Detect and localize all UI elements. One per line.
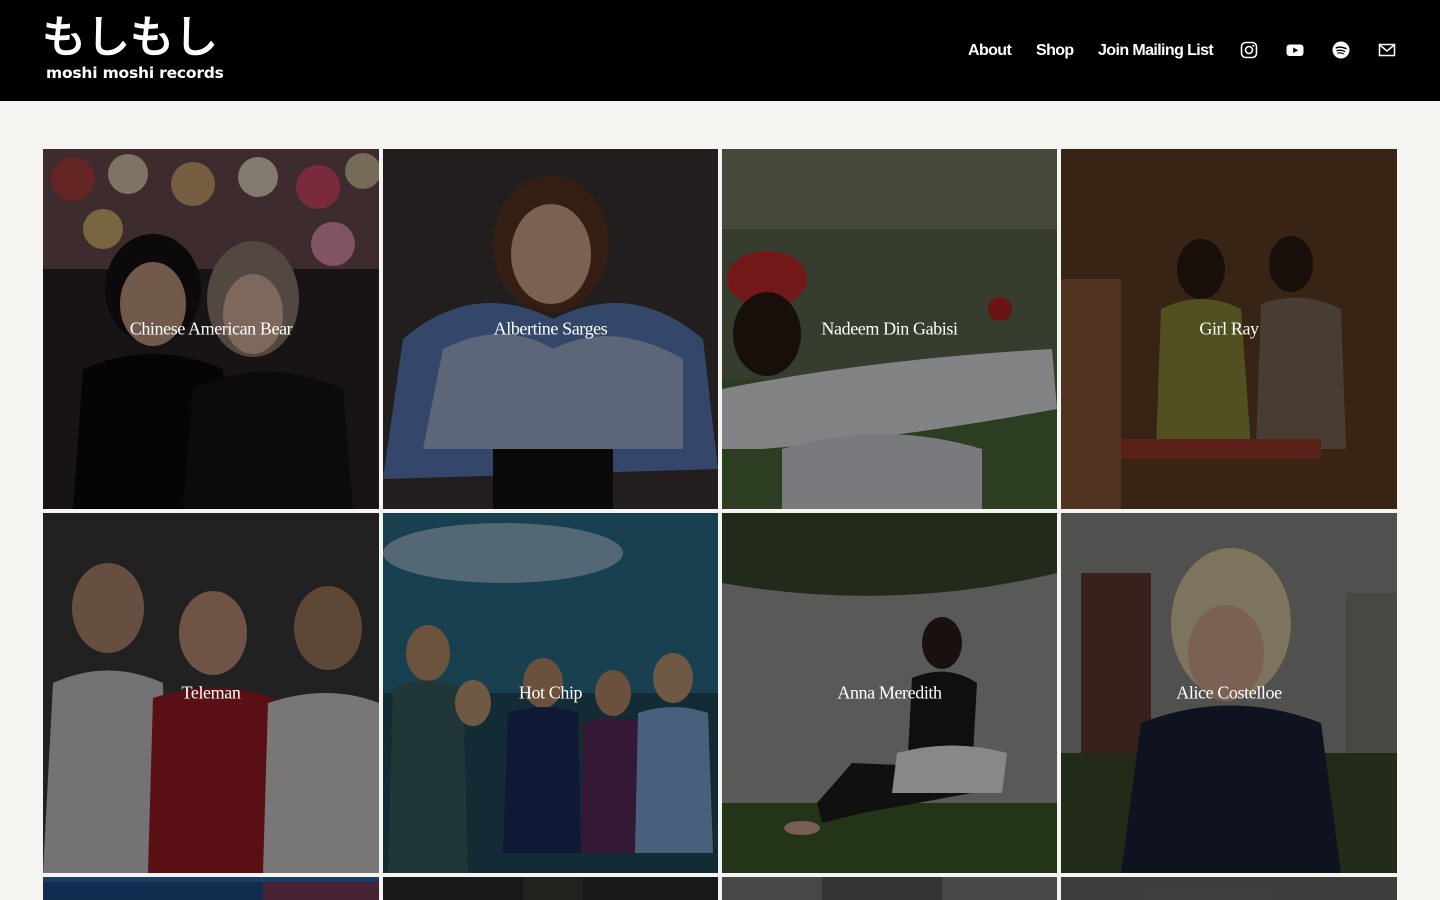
site-header: もしもし moshi moshi records About Shop Join… (0, 0, 1440, 101)
artist-tile-albertine-sarges[interactable]: Albertine Sarges (383, 149, 718, 509)
email-icon[interactable] (1377, 40, 1397, 60)
instagram-icon[interactable] (1239, 40, 1259, 60)
logo-japanese: もしもし (42, 12, 218, 63)
artist-tile-row3-4[interactable] (1061, 877, 1397, 900)
artist-tile-hot-chip[interactable]: Hot Chip (383, 513, 718, 873)
artist-tile-row3-2[interactable] (383, 877, 718, 900)
nav-about[interactable]: About (968, 40, 1012, 62)
artist-tile-anna-meredith[interactable]: Anna Meredith (722, 513, 1057, 873)
youtube-icon[interactable] (1285, 40, 1305, 60)
artist-name: Chinese American Bear (129, 318, 293, 339)
artist-name: Alice Costelloe (1176, 682, 1282, 703)
artist-tile-row3-1[interactable] (43, 877, 379, 900)
nav-join-mailing-list[interactable]: Join Mailing List (1098, 40, 1214, 62)
site-logo[interactable]: もしもし moshi moshi records (42, 14, 224, 84)
nav-shop[interactable]: Shop (1036, 40, 1074, 62)
artist-tile-alice-costelloe[interactable]: Alice Costelloe (1061, 513, 1397, 873)
artist-name: Anna Meredith (837, 682, 942, 703)
artist-tile-girl-ray[interactable]: Girl Ray (1061, 149, 1397, 509)
artist-tile-chinese-american-bear[interactable]: Chinese American Bear (43, 149, 379, 509)
artist-name: Albertine Sarges (493, 318, 608, 339)
artist-tile-row3-3[interactable] (722, 877, 1057, 900)
artist-tile-nadeem-din-gabisi[interactable]: Nadeem Din Gabisi (722, 149, 1057, 509)
artist-name: Teleman (181, 682, 241, 703)
artist-tile-teleman[interactable]: Teleman (43, 513, 379, 873)
logo-text: moshi moshi records (46, 64, 224, 82)
spotify-icon[interactable] (1331, 40, 1351, 60)
artist-name: Nadeem Din Gabisi (821, 318, 958, 339)
artist-name: Hot Chip (518, 682, 583, 703)
artist-name: Girl Ray (1199, 318, 1259, 339)
